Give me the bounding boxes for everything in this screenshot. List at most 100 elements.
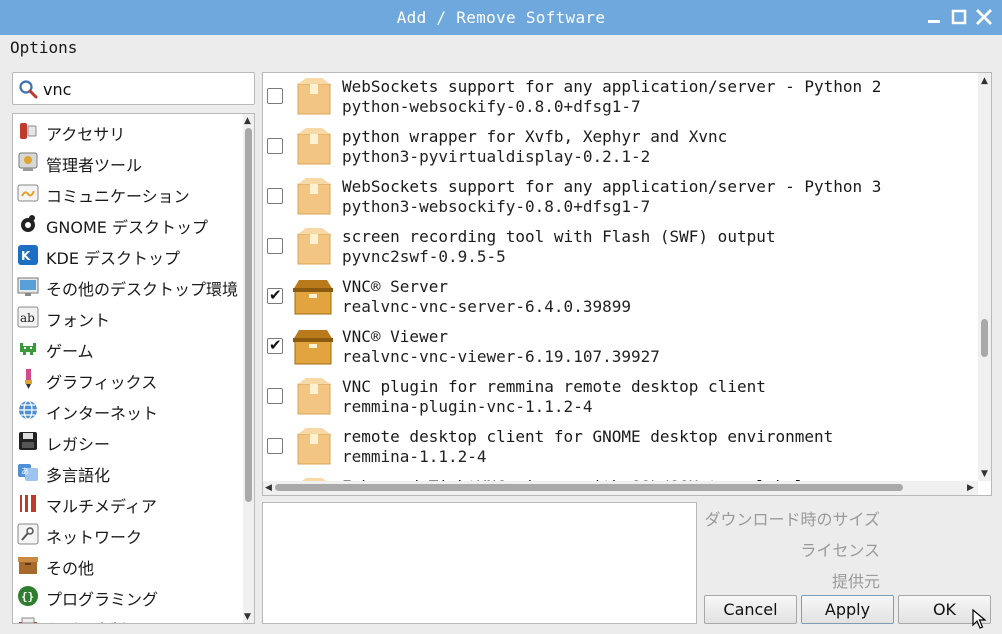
package-box-icon bbox=[297, 228, 331, 265]
category-item[interactable]: ゲーム bbox=[17, 334, 245, 361]
svg-text:K: K bbox=[21, 249, 31, 263]
package-version: remmina-plugin-vnc-1.1.2-4 bbox=[342, 397, 593, 416]
options-menu[interactable]: Options bbox=[10, 38, 77, 57]
package-version: python3-websockify-0.8.0+dfsg1-7 bbox=[342, 197, 651, 216]
package-horizontal-scrollbar-thumb[interactable] bbox=[275, 484, 903, 491]
category-item[interactable]: 印刷・出版 bbox=[17, 613, 245, 623]
scroll-up-arrow-icon[interactable]: ▲ bbox=[244, 116, 251, 126]
scroll-right-arrow-icon[interactable]: ▶ bbox=[967, 483, 974, 493]
communication-icon bbox=[17, 184, 39, 202]
category-label: ネットワーク bbox=[46, 528, 143, 547]
download-size-label: ダウンロード時のサイズ bbox=[704, 510, 880, 529]
category-label: アクセサリ bbox=[46, 125, 126, 144]
programming-icon: {} bbox=[18, 586, 38, 606]
package-version: remmina-1.1.2-4 bbox=[342, 447, 487, 466]
category-item[interactable]: ab フォント bbox=[17, 303, 245, 330]
package-name: VNC® Server bbox=[342, 277, 448, 296]
package-name: WebSockets support for any application/s… bbox=[342, 177, 882, 196]
package-box-icon bbox=[297, 428, 331, 465]
package-name: WebSockets support for any application/s… bbox=[342, 77, 882, 96]
category-item[interactable]: コミュニケーション bbox=[17, 179, 245, 206]
package-row[interactable]: python wrapper for Xvfb, Xephyr and Xvnc… bbox=[263, 123, 975, 173]
admin-tools-icon bbox=[18, 152, 38, 171]
provider-label: 提供元 bbox=[831, 572, 880, 591]
package-row[interactable]: WebSockets support for any application/s… bbox=[263, 73, 975, 123]
cancel-button[interactable]: Cancel bbox=[704, 595, 797, 624]
search-input[interactable] bbox=[43, 77, 248, 101]
search-icon bbox=[19, 80, 38, 99]
category-item[interactable]: ネットワーク bbox=[17, 520, 245, 547]
kde-icon: K bbox=[18, 245, 38, 265]
category-item[interactable]: インターネット bbox=[17, 396, 245, 423]
category-label: KDE デスクトップ bbox=[46, 249, 181, 268]
accessories-icon bbox=[20, 123, 37, 139]
package-checkbox[interactable] bbox=[267, 388, 283, 404]
package-box-icon bbox=[293, 280, 333, 315]
package-box-icon bbox=[297, 378, 331, 415]
scroll-up-arrow-icon[interactable]: ▲ bbox=[981, 76, 988, 86]
package-checkbox[interactable]: ✔ bbox=[267, 286, 283, 304]
category-item[interactable]: {} プログラミング bbox=[17, 582, 245, 609]
category-label: コミュニケーション bbox=[46, 187, 190, 206]
package-details-pane bbox=[262, 502, 697, 624]
localization-icon: あ bbox=[18, 464, 38, 481]
category-item[interactable]: K KDE デスクトップ bbox=[17, 241, 245, 268]
category-item[interactable]: グラフィックス bbox=[17, 365, 245, 392]
search-box[interactable] bbox=[12, 72, 255, 105]
package-row[interactable]: ✔ VNC® Viewer realvnc-vnc-viewer-6.19.107.… bbox=[263, 323, 975, 373]
scroll-down-arrow-icon[interactable]: ▼ bbox=[981, 469, 988, 479]
package-row[interactable]: WebSockets support for any application/s… bbox=[263, 173, 975, 223]
minimize-icon[interactable] bbox=[925, 8, 943, 26]
package-list: Enhanced TightVNC viewer with SSL/SSH tu… bbox=[262, 72, 992, 496]
package-name: screen recording tool with Flash (SWF) o… bbox=[342, 227, 776, 246]
category-item[interactable]: レガシー bbox=[17, 427, 245, 454]
license-label: ライセンス bbox=[800, 541, 880, 560]
maximize-icon[interactable] bbox=[950, 8, 968, 26]
category-item[interactable]: その他のデスクトップ環境 bbox=[17, 272, 245, 299]
games-icon bbox=[20, 343, 36, 355]
scroll-down-arrow-icon[interactable]: ▼ bbox=[244, 612, 251, 622]
category-item[interactable]: 管理者ツール bbox=[17, 148, 245, 175]
package-box-icon bbox=[297, 178, 331, 215]
package-checkbox[interactable] bbox=[267, 238, 283, 254]
category-label: 多言語化 bbox=[46, 466, 111, 485]
scroll-left-arrow-icon[interactable]: ◀ bbox=[265, 483, 272, 493]
package-horizontal-scrollbar[interactable]: ◀ ▶ bbox=[263, 481, 978, 495]
package-row[interactable]: VNC plugin for remmina remote desktop cl… bbox=[263, 373, 975, 423]
category-item[interactable]: アクセサリ bbox=[17, 117, 245, 144]
category-item[interactable]: あ 多言語化 bbox=[17, 458, 245, 485]
category-scrollbar-thumb[interactable] bbox=[245, 128, 252, 502]
category-label: インターネット bbox=[46, 404, 159, 423]
package-checkbox[interactable] bbox=[267, 88, 283, 104]
package-vertical-scrollbar-thumb[interactable] bbox=[981, 319, 988, 357]
package-checkbox[interactable]: ✔ bbox=[267, 336, 283, 354]
svg-text:あ: あ bbox=[21, 467, 29, 476]
category-item[interactable]: その他 bbox=[17, 551, 245, 578]
network-icon bbox=[17, 523, 39, 545]
apply-button[interactable]: Apply bbox=[801, 595, 894, 624]
category-label: その他 bbox=[46, 559, 95, 578]
package-checkbox[interactable] bbox=[267, 138, 283, 154]
package-row[interactable]: ✔ VNC® Server realvnc-vnc-server-6.4.0.398… bbox=[263, 273, 975, 323]
category-label: その他のデスクトップ環境 bbox=[46, 280, 239, 299]
window-titlebar: Add / Remove Software bbox=[0, 0, 1002, 35]
desktop-other-icon bbox=[17, 277, 39, 296]
close-icon[interactable] bbox=[975, 8, 993, 26]
category-scrollbar[interactable]: ▲ ▼ bbox=[243, 114, 254, 623]
package-version: python-websockify-0.8.0+dfsg1-7 bbox=[342, 97, 641, 116]
category-label: プログラミング bbox=[46, 590, 159, 609]
checkmark-icon: ✔ bbox=[269, 336, 282, 354]
package-checkbox[interactable] bbox=[267, 438, 283, 454]
category-item[interactable]: GNOME デスクトップ bbox=[17, 210, 245, 237]
publishing-icon bbox=[19, 617, 37, 623]
category-label: 印刷・出版 bbox=[46, 617, 126, 623]
package-row[interactable]: screen recording tool with Flash (SWF) o… bbox=[263, 223, 975, 273]
category-item[interactable]: マルチメディア bbox=[17, 489, 245, 516]
package-name: VNC plugin for remmina remote desktop cl… bbox=[342, 377, 766, 396]
category-label: 管理者ツール bbox=[46, 156, 143, 175]
package-checkbox[interactable] bbox=[267, 188, 283, 204]
package-row[interactable]: remote desktop client for GNOME desktop … bbox=[263, 423, 975, 473]
category-label: フォント bbox=[46, 311, 111, 330]
package-vertical-scrollbar[interactable]: ▲ ▼ bbox=[978, 73, 991, 481]
package-version: realvnc-vnc-server-6.4.0.39899 bbox=[342, 297, 631, 316]
